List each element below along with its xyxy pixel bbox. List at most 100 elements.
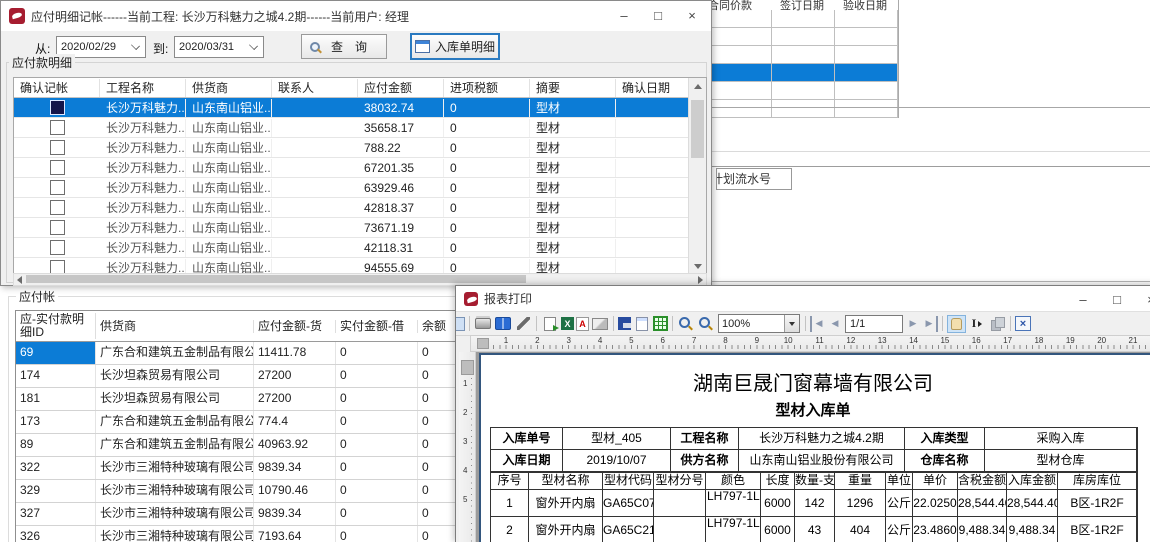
table-row[interactable]: 长沙万科魅力...山东南山铝业...73671.190型材266 bbox=[14, 218, 706, 238]
checkbox[interactable] bbox=[50, 220, 65, 235]
checkbox[interactable] bbox=[50, 120, 65, 135]
table-row[interactable]: 322长沙市三湘特种玻璃有限公司9839.3400 bbox=[16, 457, 459, 480]
column-header-1[interactable]: 供货商 bbox=[96, 320, 254, 333]
export-mail-icon[interactable] bbox=[591, 316, 609, 332]
column-header-4[interactable]: 应付金额 bbox=[358, 79, 444, 97]
copy-icon[interactable] bbox=[988, 316, 1006, 332]
column-header-2[interactable]: 供货商 bbox=[186, 79, 272, 97]
last-page-icon[interactable]: ▶ bbox=[922, 316, 938, 332]
column-header-0[interactable]: 确认记帐 bbox=[14, 79, 100, 97]
prev-page-icon[interactable]: ◀ bbox=[828, 316, 842, 332]
table-row[interactable]: 326长沙市三湘特种玻璃有限公司7193.6400 bbox=[16, 526, 459, 542]
title-bar[interactable]: 应付明细记帐------当前工程: 长沙万科魅力之城4.2期------当前用户… bbox=[1, 1, 711, 31]
table-row[interactable]: 长沙万科魅力...山东南山铝业...67201.350型材283 bbox=[14, 158, 706, 178]
title-bar[interactable]: 报表打印 – □ × bbox=[456, 286, 1150, 312]
checkbox[interactable] bbox=[50, 200, 65, 215]
maximize-button[interactable]: □ bbox=[641, 2, 675, 28]
payable-detail-group-label: 应付款明细 bbox=[9, 54, 75, 71]
export-doc-icon[interactable] bbox=[541, 316, 559, 332]
checkbox[interactable] bbox=[50, 160, 65, 175]
table-row[interactable]: 69广东合和建筑五金制品有限公司11411.7800 bbox=[16, 342, 459, 365]
table-cell: 329 bbox=[16, 480, 96, 502]
cell-confirm[interactable] bbox=[14, 98, 100, 117]
column-header-1[interactable]: 工程名称 bbox=[100, 79, 186, 97]
export-excel-icon[interactable]: X bbox=[561, 317, 574, 330]
minimize-button[interactable]: – bbox=[607, 2, 641, 28]
checkbox[interactable] bbox=[50, 140, 65, 155]
inbound-detail-button[interactable]: 入库单明细 bbox=[411, 34, 499, 59]
close-button[interactable]: × bbox=[1134, 286, 1150, 312]
cell-confirm[interactable] bbox=[14, 238, 100, 257]
scroll-right-icon[interactable] bbox=[698, 276, 703, 284]
column-header-3[interactable]: 联系人 bbox=[272, 79, 358, 97]
close-icon[interactable]: × bbox=[1015, 316, 1031, 331]
text-select-icon[interactable]: I bbox=[968, 316, 986, 332]
scroll-up-icon[interactable] bbox=[694, 84, 702, 89]
cell-confirm[interactable] bbox=[14, 118, 100, 137]
close-button[interactable]: × bbox=[675, 2, 709, 28]
table-row[interactable]: 174长沙坦森贸易有限公司2720000 bbox=[16, 365, 459, 388]
report-preview-canvas[interactable]: 湖南巨晟门窗幕墙有限公司 型材入库单 入库单号型材_405工程名称长沙万科魅力之… bbox=[476, 352, 1150, 542]
minimize-button[interactable]: – bbox=[1066, 286, 1100, 312]
cell-confirm[interactable] bbox=[14, 138, 100, 157]
export-pdf-icon[interactable]: A bbox=[576, 317, 589, 331]
table-row[interactable]: 329长沙市三湘特种玻璃有限公司10790.4600 bbox=[16, 480, 459, 503]
page-setup-icon[interactable] bbox=[633, 316, 651, 332]
report-company-title: 湖南巨晟门窗幕墙有限公司 bbox=[490, 367, 1136, 396]
scrollbar-thumb[interactable] bbox=[26, 275, 526, 283]
table-row[interactable]: 长沙万科魅力...山东南山铝业...35658.170型材376 bbox=[14, 118, 706, 138]
ruler-number: 20 bbox=[1097, 336, 1106, 345]
column-header-6[interactable]: 摘要 bbox=[530, 79, 616, 97]
column-header-7[interactable]: 确认日期 bbox=[616, 79, 691, 97]
payable-detail-table[interactable]: 确认记帐工程名称供货商联系人应付金额进项税额摘要确认日期入库 长沙万科魅力...… bbox=[13, 77, 707, 276]
cell-amount: 38032.74 bbox=[358, 99, 444, 117]
maximize-button[interactable]: □ bbox=[1100, 286, 1134, 312]
table-row[interactable]: 327长沙市三湘特种玻璃有限公司9839.3400 bbox=[16, 503, 459, 526]
tools-icon[interactable] bbox=[514, 316, 532, 332]
page-number-field[interactable]: 1/1 bbox=[845, 315, 903, 333]
zoom-out-icon[interactable] bbox=[697, 316, 715, 332]
table-cell: 173 bbox=[16, 411, 96, 433]
cell-confirm[interactable] bbox=[14, 198, 100, 217]
checkbox[interactable] bbox=[50, 100, 65, 115]
table-row[interactable]: 长沙万科魅力...山东南山铝业...42118.310型材265 bbox=[14, 238, 706, 258]
chevron-down-icon[interactable] bbox=[784, 315, 799, 332]
checkbox[interactable] bbox=[50, 180, 65, 195]
column-header-5[interactable]: 进项税额 bbox=[444, 79, 530, 97]
cell-confirm[interactable] bbox=[14, 218, 100, 237]
print-icon[interactable] bbox=[474, 316, 492, 332]
query-button[interactable]: 查询 bbox=[301, 34, 387, 59]
zoom-in-icon[interactable] bbox=[677, 316, 695, 332]
book-icon[interactable] bbox=[494, 316, 512, 332]
table-row[interactable]: 长沙万科魅力...山东南山铝业...788.220型材358 bbox=[14, 138, 706, 158]
scrollbar-thumb[interactable] bbox=[691, 100, 704, 158]
first-page-icon[interactable]: ◀ bbox=[810, 316, 826, 332]
cell-confirm[interactable] bbox=[14, 178, 100, 197]
table-row[interactable]: 181长沙坦森贸易有限公司2720000 bbox=[16, 388, 459, 411]
vertical-scrollbar[interactable] bbox=[688, 78, 706, 275]
next-page-icon[interactable]: ▶ bbox=[906, 316, 920, 332]
report-icon[interactable] bbox=[455, 317, 465, 331]
hand-icon[interactable] bbox=[947, 315, 966, 333]
column-header-4[interactable]: 余额 bbox=[418, 320, 459, 333]
table-row[interactable]: 89广东合和建筑五金制品有限公司40963.9200 bbox=[16, 434, 459, 457]
table-row[interactable]: 长沙万科魅力...山东南山铝业...42818.370型材275 bbox=[14, 198, 706, 218]
table-cell bbox=[835, 82, 898, 99]
zoom-level-combobox[interactable]: 100% bbox=[718, 314, 800, 333]
table-header-row: 应-实付款明细ID供货商应付金额-货实付金额-借余额 bbox=[16, 311, 459, 342]
column-header-3[interactable]: 实付金额-借 bbox=[336, 320, 418, 333]
to-date-combobox[interactable]: 2020/03/31 bbox=[174, 36, 264, 58]
cell-confirm[interactable] bbox=[14, 158, 100, 177]
payables-table[interactable]: 应-实付款明细ID供货商应付金额-货实付金额-借余额 69广东合和建筑五金制品有… bbox=[15, 310, 460, 542]
table-row[interactable]: 长沙万科魅力...山东南山铝业...38032.740型材405 bbox=[14, 98, 706, 118]
scroll-down-icon[interactable] bbox=[694, 264, 702, 269]
table-row[interactable]: 长沙万科魅力...山东南山铝业...63929.460型材276 bbox=[14, 178, 706, 198]
plan-serial-field[interactable]: 计划流水号 bbox=[716, 168, 792, 190]
export-grid-icon[interactable] bbox=[653, 316, 668, 331]
save-icon[interactable] bbox=[618, 317, 631, 330]
column-header-0[interactable]: 应-实付款明细ID bbox=[16, 313, 96, 339]
table-row[interactable]: 173广东合和建筑五金制品有限公司774.400 bbox=[16, 411, 459, 434]
column-header-2[interactable]: 应付金额-货 bbox=[254, 320, 336, 333]
checkbox[interactable] bbox=[50, 240, 65, 255]
scroll-left-icon[interactable] bbox=[17, 276, 22, 284]
